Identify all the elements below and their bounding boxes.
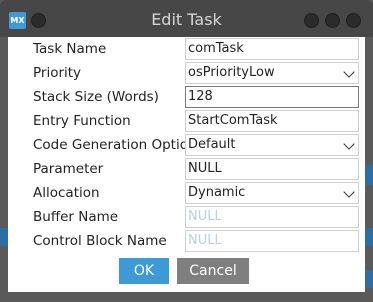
buffer-name-input[interactable]: NULL <box>185 206 359 228</box>
buffer-name-row: Buffer Name NULL <box>8 205 365 229</box>
priority-value: osPriorityLow <box>188 65 275 80</box>
edit-task-dialog: Task Name comTask Priority osPriorityLow… <box>8 37 365 292</box>
code-generation-value: Default <box>188 137 236 152</box>
allocation-value: Dynamic <box>188 185 246 200</box>
control-block-row: Control Block Name NULL <box>8 229 365 253</box>
allocation-row: Allocation Dynamic <box>8 181 365 205</box>
stack-size-input[interactable]: 128 <box>185 86 359 108</box>
chevron-down-icon <box>343 138 355 150</box>
ok-button[interactable]: OK <box>119 258 169 284</box>
entry-function-label: Entry Function <box>33 113 131 129</box>
buffer-name-label: Buffer Name <box>33 209 119 225</box>
parameter-input[interactable]: NULL <box>185 158 359 180</box>
cancel-button[interactable]: Cancel <box>177 258 249 284</box>
task-name-label: Task Name <box>33 41 107 57</box>
title-bar[interactable]: MX Edit Task <box>0 0 373 37</box>
close-button[interactable] <box>346 13 361 28</box>
control-block-label: Control Block Name <box>33 233 167 249</box>
priority-label: Priority <box>33 65 82 81</box>
stack-size-row: Stack Size (Words) 128 <box>8 85 365 109</box>
parameter-label: Parameter <box>33 161 104 177</box>
code-generation-label: Code Generation Option <box>33 137 197 153</box>
chevron-down-icon <box>343 186 355 198</box>
priority-select[interactable]: osPriorityLow <box>185 62 359 84</box>
task-name-input[interactable]: comTask <box>185 38 359 60</box>
control-block-input[interactable]: NULL <box>185 230 359 252</box>
maximize-button[interactable] <box>325 13 340 28</box>
priority-row: Priority osPriorityLow <box>8 61 365 85</box>
allocation-select[interactable]: Dynamic <box>185 182 359 204</box>
entry-function-row: Entry Function StartComTask <box>8 109 365 133</box>
code-generation-select[interactable]: Default <box>185 134 359 156</box>
task-name-row: Task Name comTask <box>8 37 365 61</box>
entry-function-input[interactable]: StartComTask <box>185 110 359 132</box>
stack-size-label: Stack Size (Words) <box>33 89 159 105</box>
chevron-down-icon <box>343 66 355 78</box>
parameter-row: Parameter NULL <box>8 157 365 181</box>
allocation-label: Allocation <box>33 185 100 201</box>
code-generation-row: Code Generation Option Default <box>8 133 365 157</box>
minimize-button[interactable] <box>304 13 319 28</box>
